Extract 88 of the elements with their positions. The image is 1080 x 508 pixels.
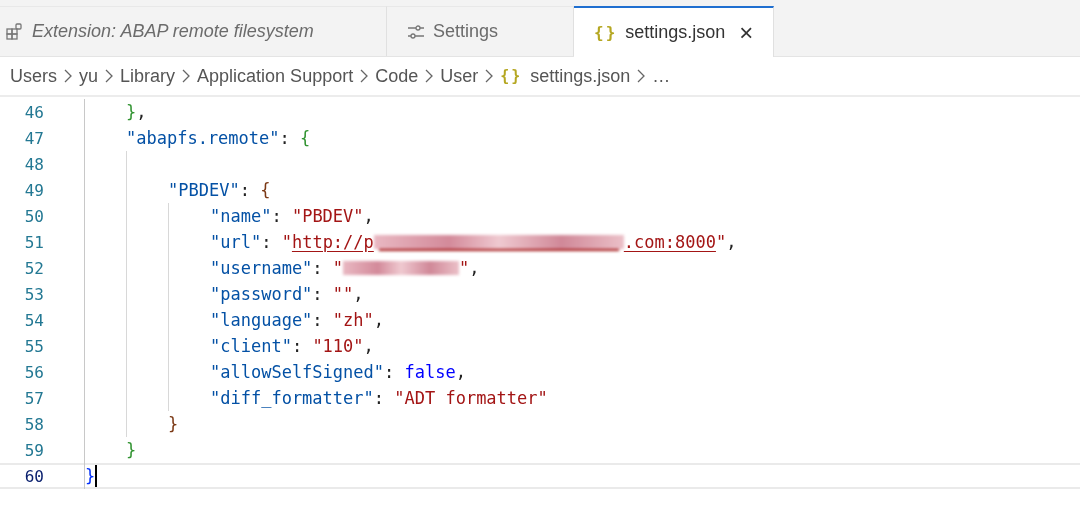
json-punctuation: , <box>373 310 385 330</box>
line-number: 57 <box>23 388 44 408</box>
chevron-icon <box>104 68 115 84</box>
json-string: " <box>281 232 292 252</box>
json-punctuation: , <box>353 284 364 304</box>
line-number: 52 <box>23 258 44 278</box>
chevron-icon <box>359 68 370 84</box>
json-string: "" <box>332 284 354 304</box>
line-number: 49 <box>23 180 44 200</box>
json-key: "abapfs.remote" <box>126 128 280 148</box>
tab-label: Extension: ABAP remote filesystem <box>32 21 314 42</box>
line-number: 48 <box>23 154 44 174</box>
json-punctuation: , <box>455 362 466 382</box>
json-punctuation: : <box>279 128 291 148</box>
json-key: "language" <box>210 310 313 330</box>
extensions-icon <box>6 22 24 41</box>
breadcrumb-item[interactable]: yu <box>79 65 99 87</box>
json-key: "url" <box>210 232 262 252</box>
json-key: "allowSelfSigned" <box>210 362 384 382</box>
json-key: "client" <box>210 336 292 356</box>
json-punctuation: : <box>261 232 273 252</box>
line-number: 46 <box>23 102 44 122</box>
json-string: "110" <box>312 336 364 356</box>
chevron-icon <box>63 68 73 84</box>
line-number: 60 <box>23 466 44 486</box>
chevron-icon <box>181 68 192 84</box>
json-link[interactable]: .com:8000 <box>623 232 716 252</box>
json-punctuation: : <box>373 388 385 408</box>
json-brace: { <box>260 180 271 200</box>
json-file-icon: {} <box>500 67 523 85</box>
line-number: 53 <box>23 284 44 304</box>
json-brace: } <box>126 440 137 460</box>
breadcrumb-item[interactable]: … <box>652 65 671 87</box>
settings-icon <box>407 23 425 40</box>
chevron-icon <box>636 68 647 84</box>
json-punctuation: , <box>136 102 147 122</box>
json-brace: } <box>126 102 137 122</box>
line-number: 51 <box>23 232 44 252</box>
json-punctuation: , <box>469 258 480 278</box>
line-number: 56 <box>23 362 44 382</box>
json-file-icon: {} <box>594 23 618 42</box>
json-string: "ADT formatter" <box>394 388 548 408</box>
json-string: "PBDEV" <box>291 206 364 226</box>
json-string: " <box>715 232 727 252</box>
json-brace: } <box>85 466 96 486</box>
line-number: 55 <box>23 336 44 356</box>
line-number: 54 <box>23 310 44 330</box>
json-punctuation: : <box>271 206 283 226</box>
json-punctuation: , <box>363 206 374 226</box>
json-key: "PBDEV" <box>168 180 240 200</box>
editor-tab[interactable]: Extension: ABAP remote filesystem <box>0 6 387 56</box>
line-number: 58 <box>23 414 44 434</box>
json-brace: { <box>300 128 311 148</box>
breadcrumb-item[interactable]: Users <box>10 65 57 87</box>
tab-label: settings.json <box>625 22 726 43</box>
json-punctuation: : <box>384 362 396 382</box>
json-punctuation: , <box>726 232 737 252</box>
json-punctuation: : <box>291 336 304 356</box>
close-icon[interactable]: × <box>739 20 754 45</box>
json-punctuation: : <box>312 284 324 304</box>
json-punctuation: , <box>363 336 374 356</box>
breadcrumb-item[interactable]: User <box>440 65 479 87</box>
json-punctuation: : <box>312 310 324 330</box>
json-punctuation: : <box>239 180 251 200</box>
json-string: " <box>459 258 470 278</box>
editor-tab[interactable]: {} settings.json × <box>574 6 775 57</box>
json-key: "diff_formatter" <box>210 388 374 408</box>
json-link[interactable]: http://p <box>291 232 374 252</box>
editor-tab[interactable]: Settings <box>387 6 574 56</box>
json-punctuation: : <box>312 258 324 278</box>
tab-label: Settings <box>433 21 499 42</box>
json-key: "username" <box>210 258 313 278</box>
breadcrumb-item[interactable]: Library <box>120 65 176 87</box>
json-boolean: false <box>404 362 456 382</box>
line-number: 59 <box>23 440 44 460</box>
chevron-icon <box>424 68 435 84</box>
json-key: "password" <box>210 284 313 304</box>
breadcrumb-item[interactable]: Application Support <box>197 65 354 87</box>
breadcrumb-item[interactable]: settings.json <box>530 65 631 87</box>
chevron-icon <box>484 68 495 84</box>
json-string: "zh" <box>332 310 374 330</box>
json-key: "name" <box>210 206 272 226</box>
text-cursor <box>95 465 98 487</box>
json-brace: } <box>168 414 179 434</box>
line-number: 50 <box>23 206 44 226</box>
json-string: " <box>332 258 344 278</box>
breadcrumb-item[interactable]: Code <box>375 65 419 87</box>
line-number: 47 <box>23 128 44 148</box>
